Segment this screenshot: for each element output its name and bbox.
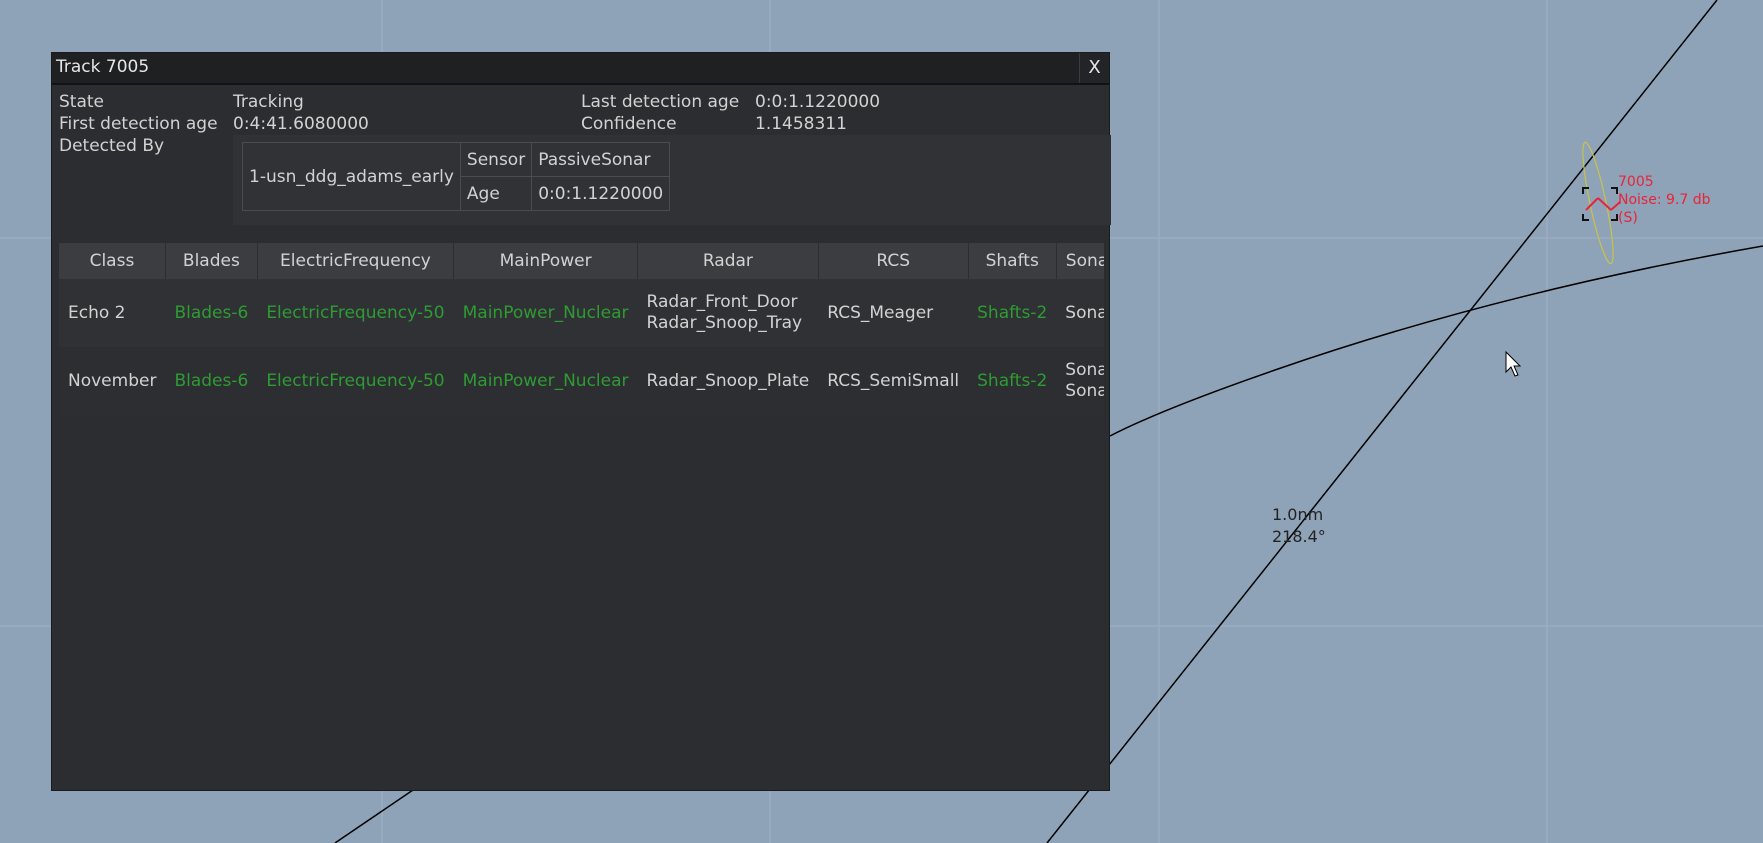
classification-table: Class Blades ElectricFrequency MainPower…	[59, 243, 1104, 415]
table-row[interactable]: November Blades-6 ElectricFrequency-50 M…	[59, 347, 1104, 415]
sonar-cell: Sonar_MG Sonar_MG	[1056, 347, 1104, 415]
classification-table-container[interactable]: Class Blades ElectricFrequency MainPower…	[59, 243, 1104, 415]
age-label: Age	[459, 176, 533, 211]
blades-cell: Blades-6	[165, 347, 258, 415]
close-button[interactable]: X	[1079, 53, 1109, 83]
detected-by-label: Detected By	[59, 136, 165, 156]
column-header[interactable]: RCS	[818, 243, 969, 279]
electric-cell: ElectricFrequency-50	[266, 302, 445, 323]
mouse-cursor-icon	[1505, 350, 1522, 377]
lower-line-segment	[334, 789, 414, 843]
bearing-line	[1046, 0, 1718, 843]
rcs-cell: RCS_Meager	[827, 302, 934, 323]
shafts-cell: Shafts-2	[977, 302, 1048, 323]
table-header-row: Class Blades ElectricFrequency MainPower…	[59, 243, 1104, 279]
bearing-label: 218.4°	[1272, 527, 1326, 546]
detected-by-table: 1-usn_ddg_adams_early Sensor PassiveSona…	[242, 142, 671, 211]
range-label: 1.0nm	[1272, 505, 1323, 524]
rcs-cell: RCS_SemiSmall	[818, 347, 969, 415]
table-row[interactable]: Echo 2 Blades-6 ElectricFrequency-50 Mai…	[59, 279, 1104, 347]
column-header[interactable]: Shafts	[968, 243, 1057, 279]
blades-cell: Blades-6	[174, 302, 249, 323]
column-header[interactable]: Blades	[165, 243, 258, 279]
electric-cell: ElectricFrequency-50	[257, 347, 454, 415]
confidence-value: 1.1458311	[755, 114, 847, 134]
track-tag-label: (S)	[1618, 210, 1638, 226]
track-noise-label: Noise: 9.7 db	[1618, 192, 1711, 208]
radar-cell: Radar_Snoop_Plate	[637, 347, 819, 415]
sensor-label: Sensor	[459, 142, 533, 177]
range-arc	[1109, 245, 1763, 437]
track-id-label: 7005	[1618, 174, 1654, 190]
first-detection-value: 0:4:41.6080000	[233, 114, 369, 134]
column-header[interactable]: Class	[59, 243, 166, 279]
column-header[interactable]: Radar	[637, 243, 819, 279]
radar-entry: Radar_Snoop_Tray	[646, 313, 803, 333]
class-cell: Echo 2	[68, 302, 126, 323]
radar-entry: Radar_Snoop_Plate	[646, 370, 810, 391]
uncertainty-ellipse	[1582, 141, 1614, 265]
last-detection-value: 0:0:1.1220000	[755, 92, 881, 112]
column-header[interactable]: ElectricFrequency	[257, 243, 455, 279]
radar-entry: Radar_Front_Door	[646, 292, 798, 312]
sonar-cell: Sonar_MG	[1056, 279, 1104, 347]
first-detection-label: First detection age	[59, 114, 218, 134]
radar-cell: Radar_Front_Door Radar_Snoop_Tray	[638, 279, 819, 347]
last-detection-label: Last detection age	[581, 92, 740, 112]
mainpower-cell: MainPower_Nuclear	[453, 347, 638, 415]
sonar-entry: Sonar_MG	[1065, 302, 1104, 323]
class-cell: November	[59, 347, 166, 415]
confidence-label: Confidence	[581, 114, 677, 134]
column-header[interactable]: MainPower	[453, 243, 639, 279]
age-value: 0:0:1.1220000	[531, 176, 671, 211]
state-value: Tracking	[233, 92, 304, 112]
state-label: State	[59, 92, 104, 112]
window-titlebar[interactable]: Track 7005 X	[52, 53, 1109, 85]
detecting-unit: 1-usn_ddg_adams_early	[242, 142, 461, 211]
column-header[interactable]: Sona	[1056, 243, 1104, 279]
window-title: Track 7005	[56, 57, 150, 77]
sonar-entry: Sonar_MG	[1065, 381, 1104, 401]
shafts-cell: Shafts-2	[968, 347, 1057, 415]
sonar-entry: Sonar_MG	[1065, 360, 1104, 380]
track-window[interactable]: Track 7005 X State Tracking First detect…	[51, 52, 1111, 791]
mainpower-cell: MainPower_Nuclear	[462, 302, 629, 323]
sensor-value: PassiveSonar	[531, 142, 671, 177]
